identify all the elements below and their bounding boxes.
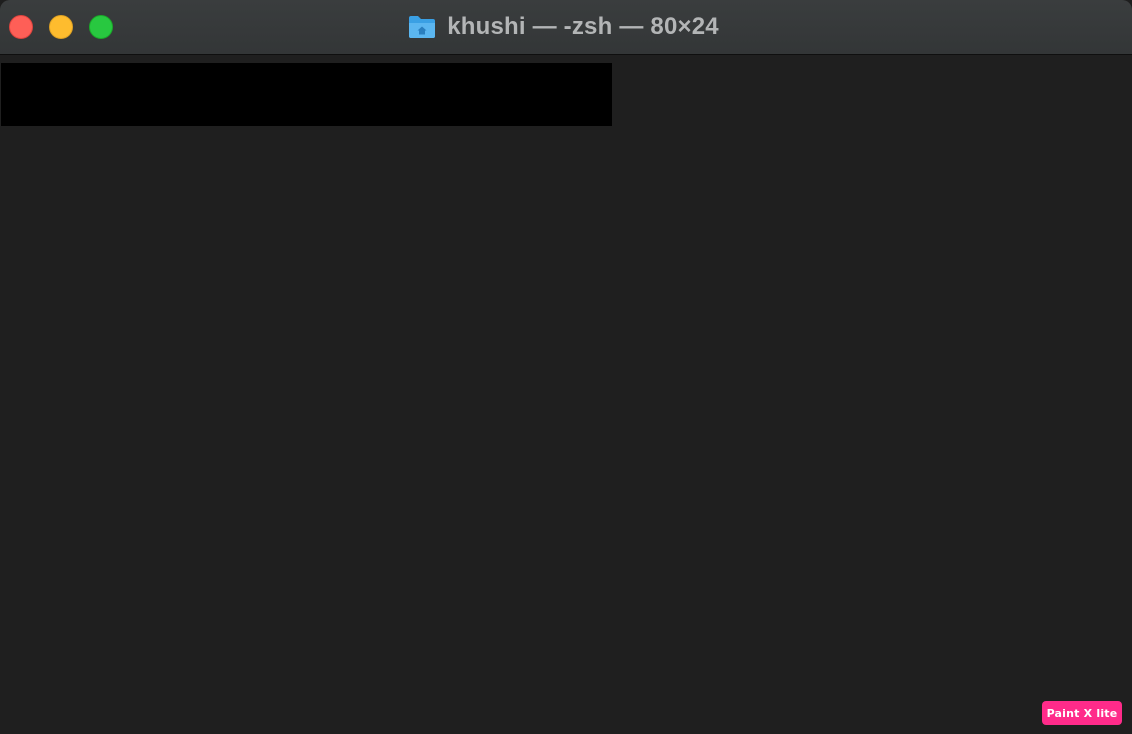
terminal-window: khushi — -zsh — 80×24 Paint X lite <box>0 0 1132 734</box>
title-bar[interactable]: khushi — -zsh — 80×24 <box>0 0 1132 55</box>
terminal-content[interactable] <box>0 55 1132 734</box>
home-folder-icon <box>407 14 437 40</box>
window-title: khushi — -zsh — 80×24 <box>447 13 719 40</box>
window-title-group: khushi — -zsh — 80×24 <box>0 0 1132 54</box>
paint-x-lite-watermark: Paint X lite <box>1042 701 1122 725</box>
redacted-output-block <box>1 63 612 126</box>
